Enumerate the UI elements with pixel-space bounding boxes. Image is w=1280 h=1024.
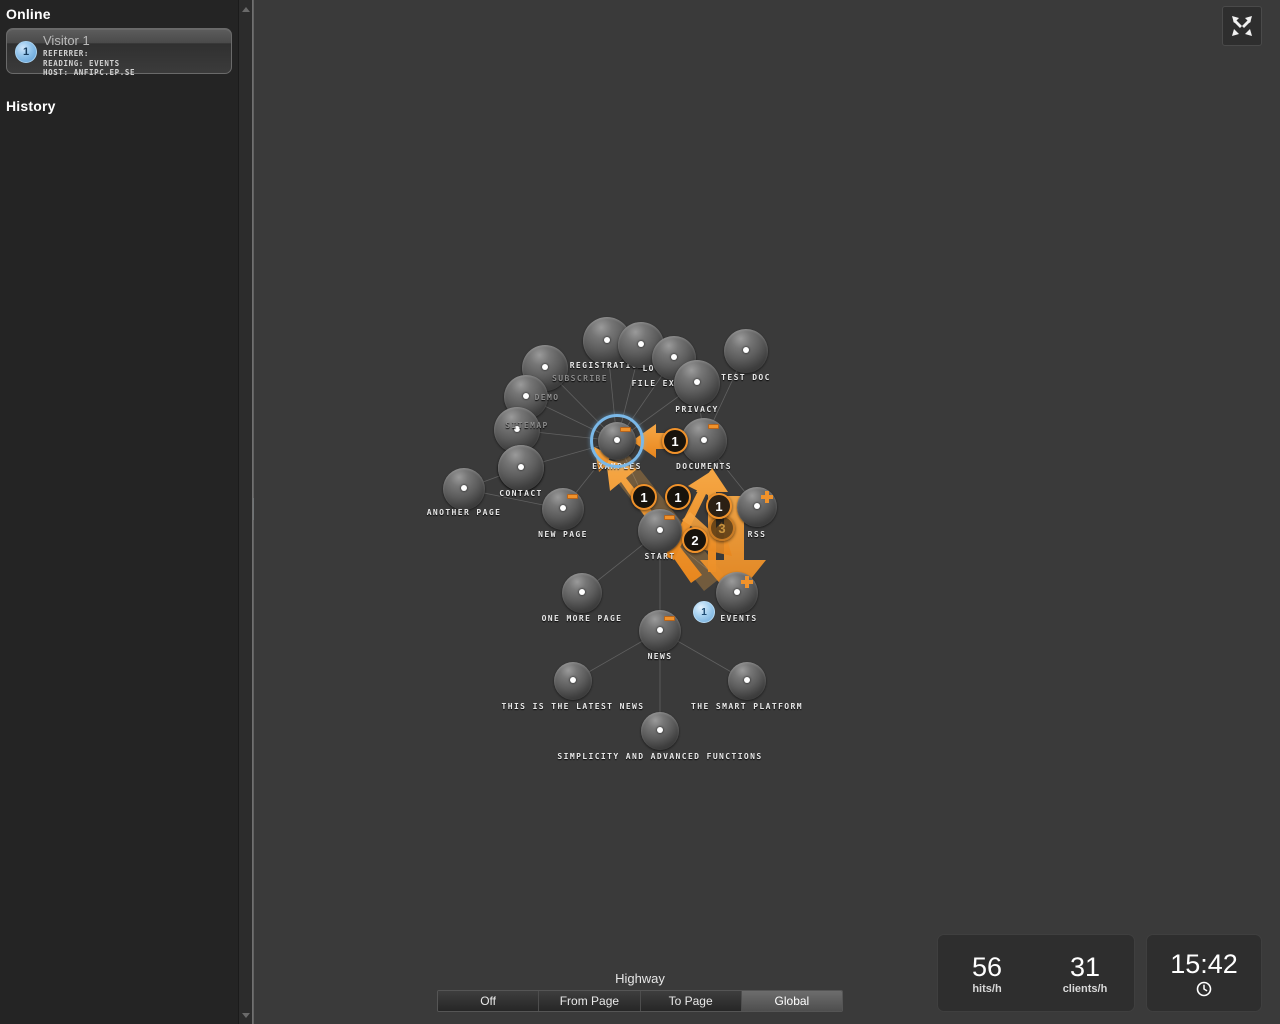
node-label-one-more-page: ONE MORE PAGE [541,614,623,623]
graph-node-news[interactable] [639,610,681,652]
clients-value: 31 [1069,951,1101,982]
highway-control: Highway Off From Page To Page Global [437,971,843,1012]
highway-flow-badge: 2 [682,527,708,553]
graph-node-test-doc[interactable] [724,329,768,373]
node-label-rss: RSS [747,530,767,539]
node-label-demo: DEMO [534,393,560,402]
node-label-subscribe: SUBSCRIBE [552,374,608,383]
visitor-reading: READING: EVENTS [43,58,120,68]
graph-node-new-page[interactable] [542,488,584,530]
clock-icon [1147,981,1261,997]
highway-flow-badge: 1 [665,484,691,510]
highway-flow-badge: 1 [706,493,732,519]
hits-value: 56 [971,951,1003,982]
highway-flow-badge: 1 [662,428,688,454]
fullscreen-toggle-button[interactable] [1222,6,1262,46]
clock-panel: 15:42 [1146,934,1262,1012]
node-label-start: START [644,552,676,561]
scroll-up-arrow-icon[interactable] [239,2,253,16]
graph-canvas[interactable]: REGISTRATIONLOGINSUBSCRIBEFILE EXPLORERP… [254,0,1280,1024]
collapse-arrows-icon [1232,16,1252,36]
node-label-smart-platform: THE SMART PLATFORM [691,702,803,711]
scroll-down-arrow-icon[interactable] [239,1008,253,1022]
node-label-examples: EXAMPLES [592,462,642,471]
highway-title: Highway [615,971,665,986]
visitor-referrer: REFERRER: [43,49,90,58]
highway-option-global[interactable]: Global [741,991,842,1011]
graph-node-contact[interactable] [498,445,544,491]
graph-node-simplicity[interactable] [641,712,679,750]
visitor-title: Visitor 1 [43,33,90,48]
sidebar: Online 1 Visitor 1 REFERRER: READING: EV… [0,0,238,1024]
node-label-test-doc: TEST DOC [721,373,771,382]
graph-node-events[interactable] [716,572,758,614]
online-heading: Online [6,6,51,22]
highway-option-from-page[interactable]: From Page [539,991,641,1011]
hits-stat: 56 hits/h [938,952,1036,995]
node-label-privacy: PRIVACY [675,405,719,414]
visitor-card[interactable]: 1 Visitor 1 REFERRER: READING: EVENTS HO… [6,28,232,77]
sidebar-scrollbar[interactable] [238,0,252,1024]
node-label-events: EVENTS [720,614,758,623]
visitor-host: HOST: ANFIPC.EP.SE [43,68,136,77]
node-label-news: NEWS [647,652,673,661]
graph-node-one-more-page[interactable] [562,573,602,613]
graph-node-smart-platform[interactable] [728,662,766,700]
app-root: Online 1 Visitor 1 REFERRER: READING: EV… [0,0,1280,1024]
clients-label: clients/h [1062,982,1108,995]
node-label-documents: DOCUMENTS [676,462,732,471]
highway-segmented-control[interactable]: Off From Page To Page Global [437,990,843,1012]
stats-panel: 56 hits/h 31 clients/h [937,934,1135,1012]
highway-option-to-page[interactable]: To Page [640,991,742,1011]
node-label-simplicity: SIMPLICITY AND ADVANCED FUNCTIONS [557,752,763,761]
visitor-details: REFERRER: READING: EVENTS HOST: ANFIPC.E… [43,49,135,78]
graph-node-examples[interactable] [598,422,636,460]
node-label-contact: CONTACT [499,489,543,498]
clock-time: 15:42 [1170,949,1238,979]
graph-node-another-page[interactable] [443,468,485,510]
node-label-sitemap: SITEMAP [505,421,549,430]
graph-node-latest-news[interactable] [554,662,592,700]
graph-node-privacy[interactable] [674,360,720,406]
visitor-marker[interactable]: 1 [693,601,715,623]
clients-stat: 31 clients/h [1036,952,1134,995]
visitor-count-badge: 1 [15,41,37,63]
graph-node-start[interactable] [638,509,682,553]
node-label-another-page: ANOTHER PAGE [426,508,502,517]
highway-option-off[interactable]: Off [438,991,540,1011]
graph-node-rss[interactable] [737,487,777,527]
highway-flow-badge: 1 [631,484,657,510]
highway-flow-badge: 3 [709,515,735,541]
node-label-latest-news: THIS IS THE LATEST NEWS [501,702,645,711]
hits-label: hits/h [972,982,1002,995]
history-heading: History [6,98,56,114]
node-label-new-page: NEW PAGE [538,530,588,539]
